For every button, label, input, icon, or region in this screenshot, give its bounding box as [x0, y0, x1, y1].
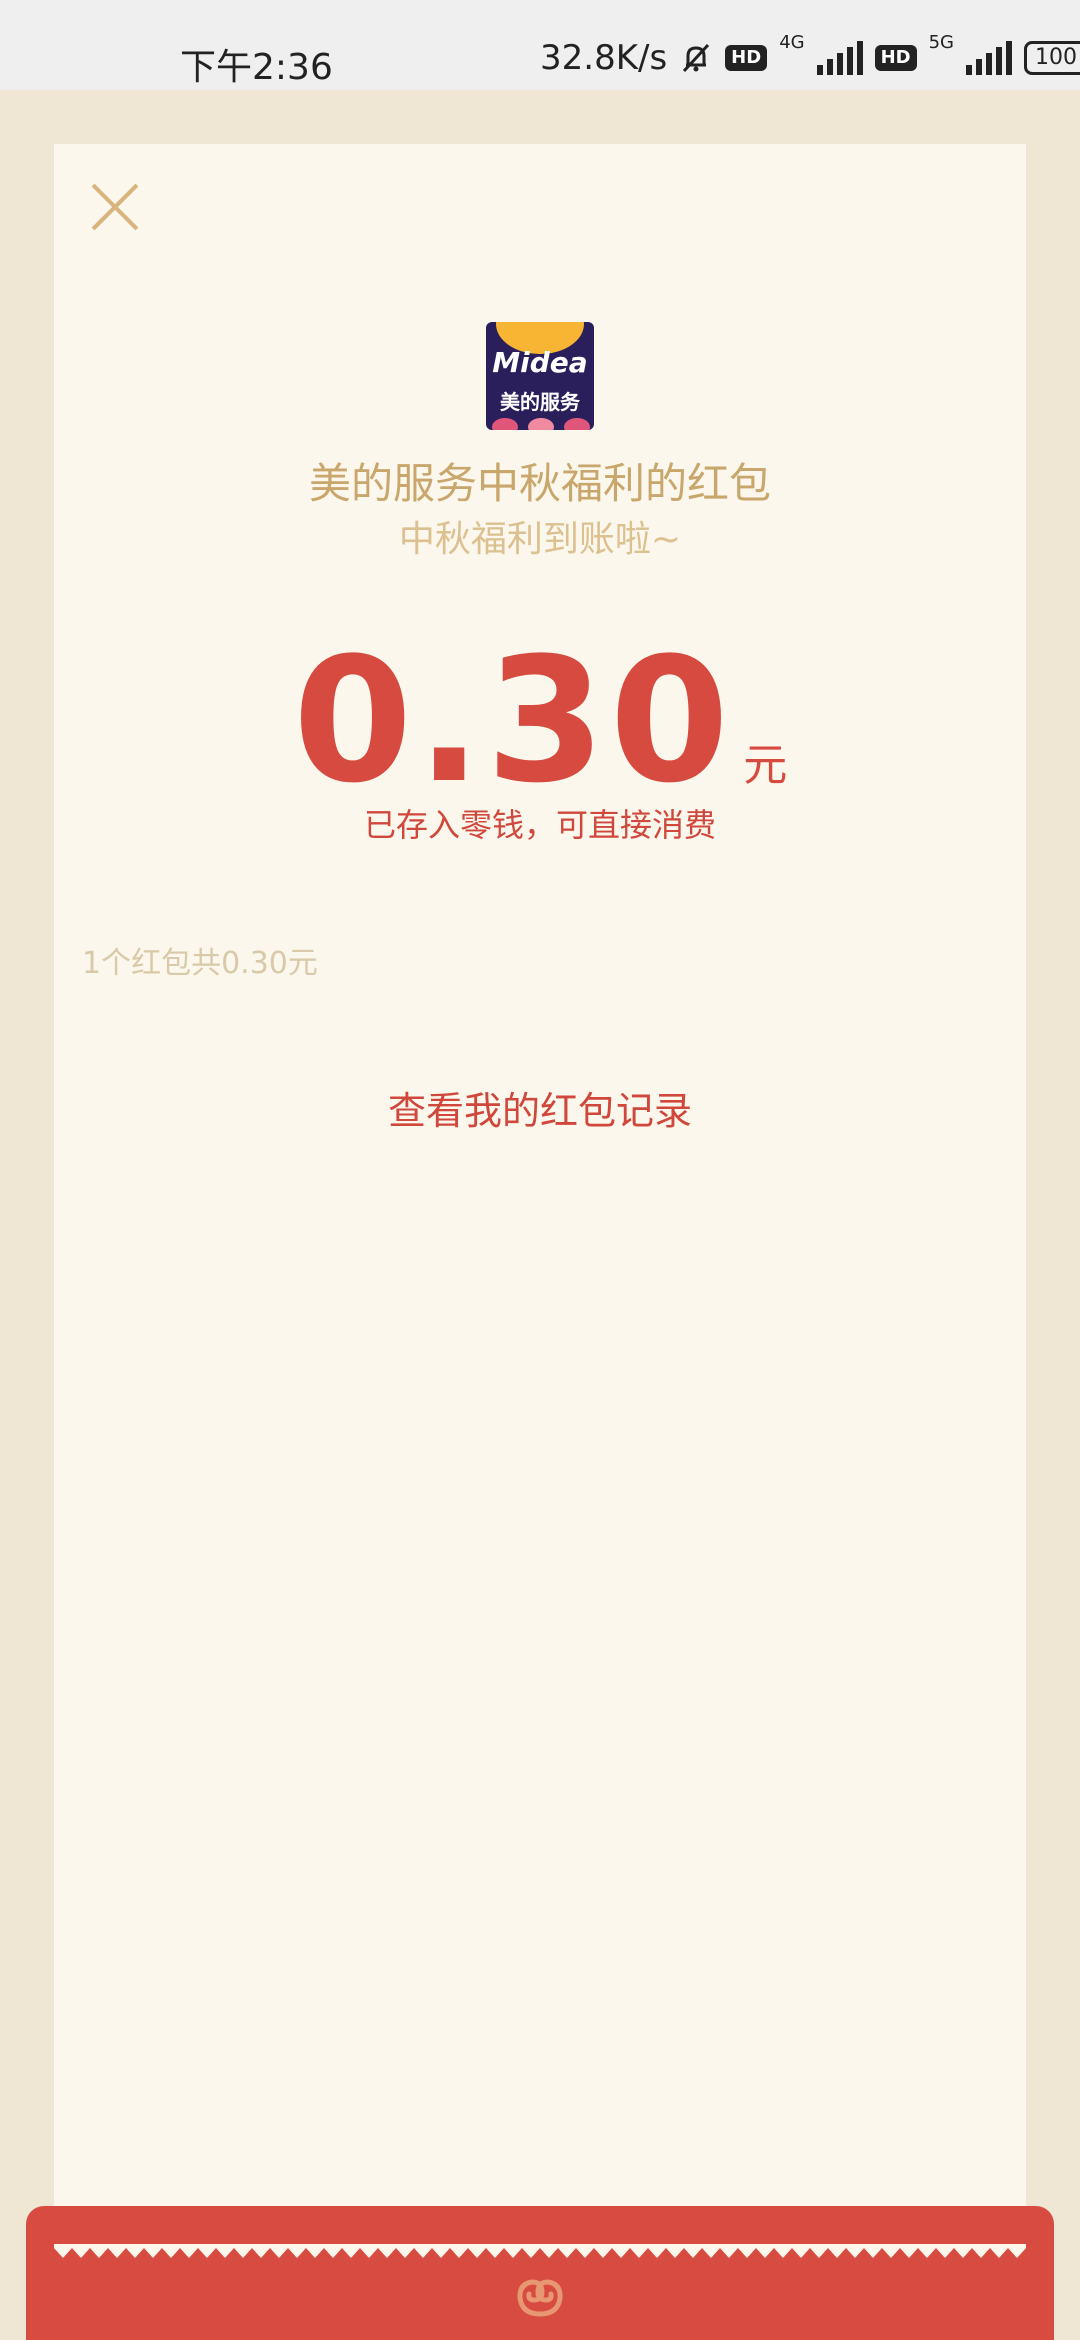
logo-brand: Midea — [492, 346, 588, 379]
logo-subtitle: 美的服务 — [500, 390, 580, 414]
net-5g-label: 5G — [928, 32, 955, 53]
packet-title: 美的服务中秋福利的红包 — [308, 459, 771, 508]
battery-icon: 100 — [1024, 41, 1080, 75]
amount-unit: 元 — [743, 740, 788, 791]
status-bar: 下午2:36 32.8K/s HD 4G HD 5G 100 — [0, 0, 1080, 90]
logo-flower — [564, 418, 590, 430]
net-4g-label: 4G — [779, 32, 805, 53]
app-logo: Midea 美的服务 — [486, 322, 594, 430]
stored-note: 已存入零钱，可直接消费 — [363, 806, 716, 844]
amount-display: 0.30 元 — [0, 620, 1080, 821]
amount-value: 0.30 — [292, 620, 734, 821]
signal-icon-2 — [966, 41, 1013, 75]
signal-icon — [816, 41, 863, 75]
battery-level: 100 — [1024, 41, 1080, 75]
net-speed: 32.8K/s — [540, 38, 668, 78]
close-icon[interactable] — [90, 182, 140, 232]
view-records-link[interactable]: 查看我的红包记录 — [0, 1080, 1080, 1135]
bell-muted-icon — [683, 43, 710, 73]
hd-badge-2: HD — [874, 45, 917, 71]
packet-subtitle: 中秋福利到账啦~ — [398, 519, 682, 560]
logo-flower — [492, 418, 518, 430]
swirl-icon — [517, 2279, 563, 2317]
status-indicators: 32.8K/s HD 4G HD 5G 100 — [540, 34, 1080, 78]
zigzag-edge — [54, 2244, 1026, 2258]
packet-summary: 1个红包共0.30元 — [82, 946, 318, 981]
logo-flower — [528, 418, 554, 430]
hd-badge: HD — [725, 45, 768, 71]
status-time: 下午2:36 — [180, 47, 333, 88]
